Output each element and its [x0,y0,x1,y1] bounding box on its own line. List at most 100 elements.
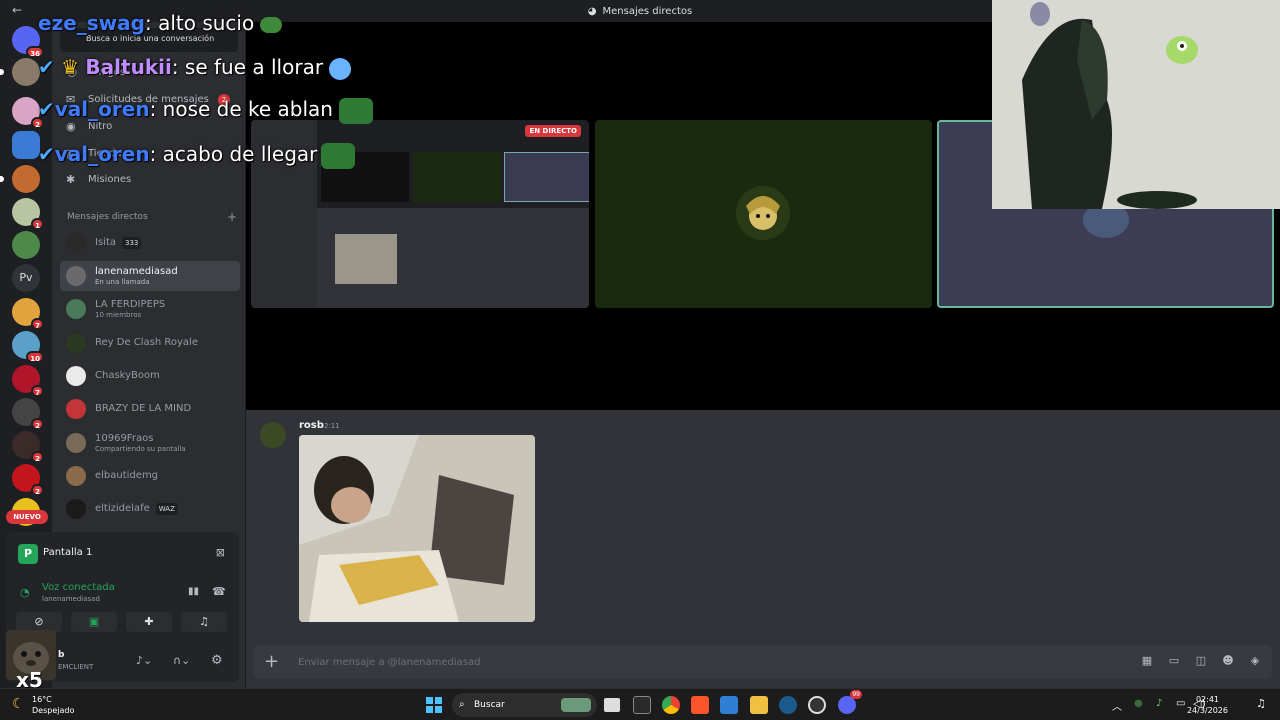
dm-item[interactable]: ChaskyBoom [60,361,240,391]
user-name[interactable]: b [58,650,64,660]
stop-share-icon[interactable]: ⊠ [216,546,225,559]
emoji-icon[interactable]: ☻ [1221,654,1235,668]
activities-button[interactable]: ✚ [126,612,172,632]
message-attachment-image[interactable] [299,435,535,622]
discord-badge: 99 [850,690,862,699]
server-icon[interactable]: 10 [12,331,44,363]
server-icon[interactable]: 7 [12,365,44,397]
voice-channel: lanenamediasad [42,595,100,603]
signal-icon[interactable]: ◔ [20,586,30,599]
pepe-emoji-icon [338,97,373,124]
unread-badge: 7 [31,385,44,397]
store-icon[interactable] [720,696,738,714]
sticker-icon[interactable]: ◫ [1194,654,1208,668]
clock[interactable]: 02:41 24/3/2026 [1187,694,1228,716]
noise-suppression-icon[interactable]: ▮▮ [188,586,199,597]
disconnect-icon[interactable]: ☎ [212,585,226,598]
apps-icon[interactable]: ◈ [1248,654,1262,668]
dm-item[interactable]: Rey De Clash Royale [60,328,240,358]
new-unreads-pill[interactable]: NUEVO [6,510,48,524]
search-label: Buscar [474,700,505,710]
pepe-emoji-icon [260,16,283,33]
avatar [66,299,86,319]
dm-status: Compartiendo su pantalla [95,445,186,453]
weather-widget[interactable]: 16°C Despejado [32,694,74,716]
tray-overflow-icon[interactable]: ︿ [1112,698,1122,713]
server-icon[interactable]: 2 [12,97,44,129]
back-arrow-icon[interactable]: ← [12,3,22,17]
weather-condition: Despejado [32,706,75,715]
server-icon[interactable]: 2 [12,431,44,463]
dm-item[interactable]: Isita 333 [60,228,240,258]
dm-item[interactable]: LA FERDIPEPS 10 miembros [60,294,240,324]
overlay-text: : acabo de llegar [149,142,318,166]
settings-gear-icon[interactable]: ⚙ [211,653,223,668]
nav-quests[interactable]: ✱ Misiones [62,167,240,193]
taskbar-search[interactable]: ⌕ Buscar [452,693,597,717]
dm-item[interactable]: 10969Fraos Compartiendo su pantalla [60,428,240,458]
server-pv[interactable]: Pv [12,264,40,292]
dm-status: 10 miembros [95,311,142,319]
microphone-icon[interactable]: ♪⌄ [136,654,152,667]
start-button[interactable] [426,697,442,713]
dm-item[interactable]: lanenamediasad En una llamada [60,261,240,291]
window-title: Mensajes directos [602,5,693,17]
epic-games-icon[interactable] [633,696,651,714]
screen-share-icon: ▣ [88,615,100,628]
participant-avatar [736,186,790,240]
server-icon[interactable] [12,131,40,159]
camera-off-button[interactable]: ⊘ [16,612,62,632]
network-icon[interactable]: ▭ [1176,698,1185,709]
message-author[interactable]: rosb [299,420,324,431]
file-explorer-icon[interactable] [750,696,768,714]
gif-icon[interactable]: ▭ [1167,654,1181,668]
share-title: Pantalla 1 [43,547,93,558]
message-input[interactable] [298,645,998,679]
message-timestamp: 2:11 [324,422,340,430]
nav-label: Misiones [88,174,132,185]
dm-status: En una llamada [95,278,150,286]
unread-badge: 2 [31,451,44,463]
direct-messages-home-button[interactable]: 36 [12,26,44,58]
attach-plus-icon[interactable]: + [264,651,279,672]
overlay-chat-line: eze_swag: alto sucio [38,11,283,35]
dm-name: BRAZY DE LA MIND [95,403,192,414]
dm-item[interactable]: eltizidelafe WAZ [60,494,240,524]
dm-name: lanenamediasad [95,266,178,277]
chrome-icon[interactable] [662,696,680,714]
server-icon[interactable]: 7 [12,298,44,330]
dm-item[interactable]: elbautidemg [60,461,240,491]
avatar-art [746,196,780,230]
message-avatar[interactable] [260,422,286,448]
roblox-icon[interactable] [808,696,826,714]
server-icon[interactable]: 2 [12,398,44,430]
crown-icon: ♛ [61,55,80,79]
overlay-username: val_oren [54,97,150,121]
server-icon[interactable]: 1 [12,198,44,230]
headphones-icon[interactable]: ∩⌄ [173,654,190,667]
create-dm-plus-icon[interactable]: + [227,210,237,224]
task-view-icon[interactable] [604,698,620,712]
notification-bell-icon[interactable]: ♫ [1256,697,1266,710]
verified-check-icon: ✔ [38,142,55,166]
participant-tile[interactable] [595,120,932,308]
nvidia-tray-icon[interactable]: ● [1134,698,1143,709]
gift-icon[interactable]: ▦ [1140,654,1154,668]
server-icon[interactable] [0,165,40,193]
soundboard-button[interactable]: ♫ [181,612,227,632]
overlay-text: : alto sucio [144,11,255,35]
voice-status[interactable]: Voz conectada [42,582,115,593]
discord-taskbar-icon[interactable]: 99 [838,690,862,714]
server-icon[interactable] [12,231,40,259]
verified-check-icon: ✔ [38,97,55,121]
unread-badge: 1 [31,218,44,230]
server-icon[interactable]: 2 [12,464,44,496]
steam-icon[interactable] [779,696,797,714]
server-icon[interactable] [0,58,40,86]
screen-share-button[interactable]: ▣ [71,612,117,632]
microphone-tray-icon[interactable]: ♪ [1156,698,1162,709]
brave-icon[interactable] [691,696,709,714]
live-badge: EN DIRECTO [525,125,581,137]
dm-item[interactable]: BRAZY DE LA MIND [60,394,240,424]
message-composer: + ▦ ▭ ◫ ☻ ◈ [254,645,1272,679]
